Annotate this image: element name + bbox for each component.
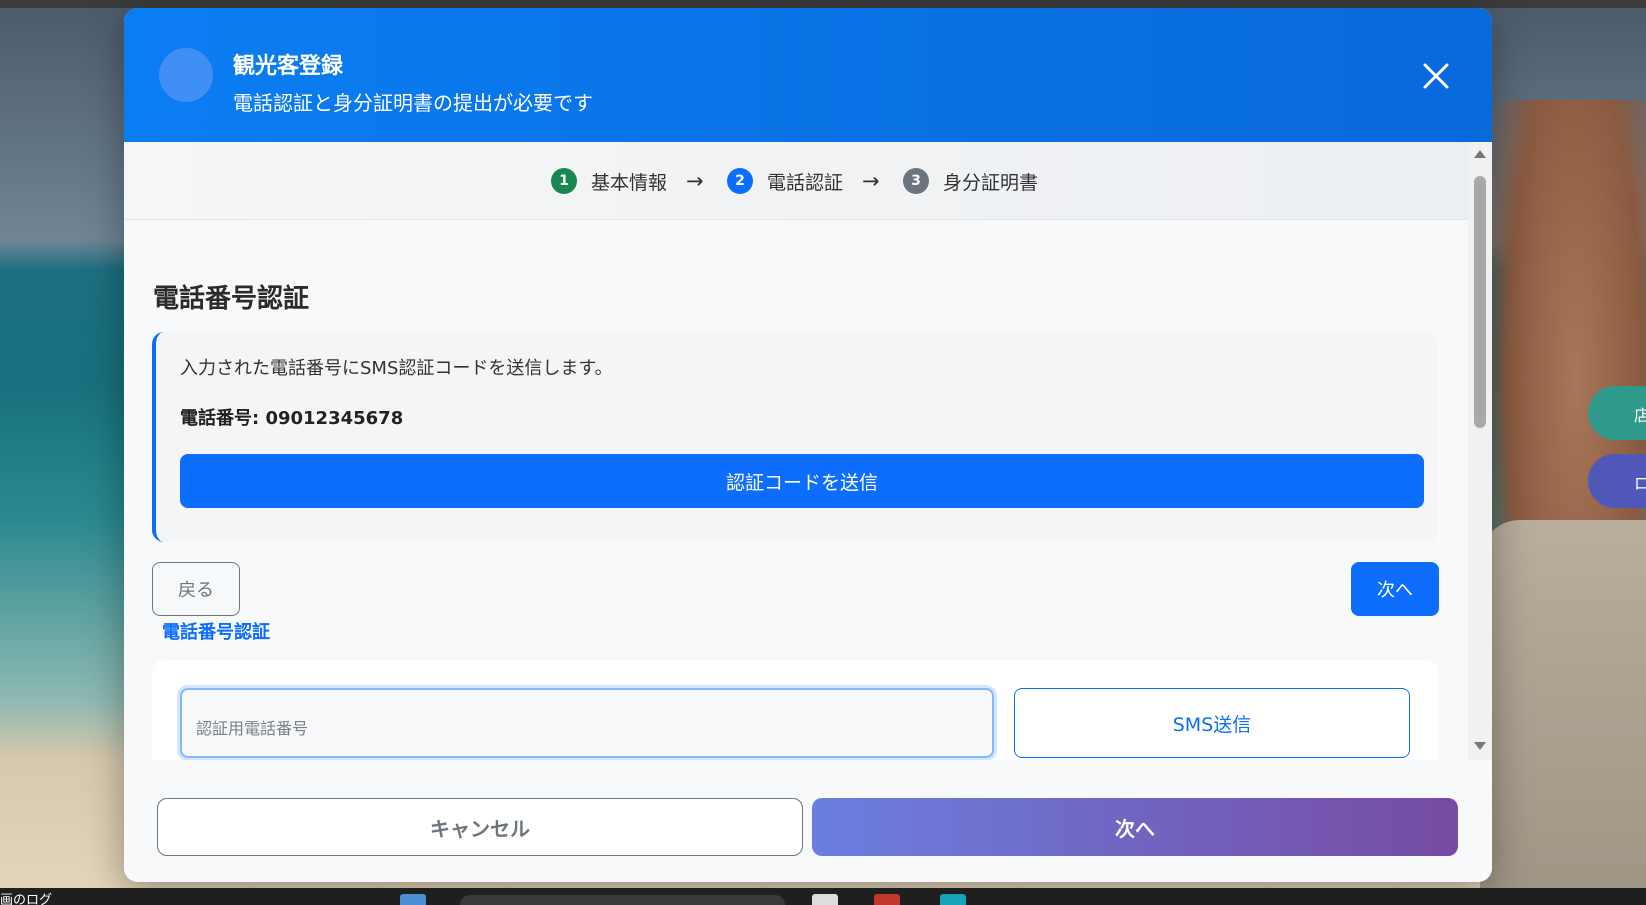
phone-info-box: 入力された電話番号にSMS認証コードを送信します。 電話番号: 09012345… — [152, 332, 1438, 542]
avatar — [159, 48, 213, 102]
taskbar-search[interactable] — [460, 895, 785, 905]
browser-top-bar — [0, 0, 1646, 8]
next-step-button[interactable]: 次へ — [1351, 562, 1439, 616]
scroll-down-arrow-icon[interactable] — [1474, 742, 1486, 750]
phone-number-display: 電話番号: 09012345678 — [180, 408, 404, 429]
cancel-button[interactable]: キャンセル — [157, 798, 803, 856]
side-floating-button-1[interactable]: 店 — [1588, 386, 1646, 440]
taskbar-text: 画のログ — [0, 893, 53, 905]
modal-footer: キャンセル 次へ — [124, 760, 1492, 882]
step-indicator: 1 基本情報 → 2 電話認証 → 3 身分証明書 — [124, 142, 1468, 220]
step-1-label: 基本情報 — [591, 171, 668, 194]
verification-phone-input[interactable] — [180, 688, 994, 758]
taskbar-app-icon[interactable] — [940, 894, 966, 905]
taskbar-app-icon[interactable] — [874, 894, 900, 905]
modal-title: 観光客登録 — [233, 54, 344, 79]
info-text: 入力された電話番号にSMS認証コードを送信します。 — [180, 358, 613, 379]
phone-section-title: 電話番号認証 — [153, 284, 310, 314]
step-1-number: 1 — [551, 168, 577, 194]
footer-next-button[interactable]: 次へ — [812, 798, 1458, 856]
taskbar: 画のログ — [0, 888, 1646, 905]
close-button[interactable] — [1420, 60, 1452, 92]
step-2: 2 電話認証 — [727, 168, 843, 194]
modal-header: 観光客登録 電話認証と身分証明書の提出が必要です — [124, 8, 1492, 142]
step-1: 1 基本情報 — [551, 168, 667, 194]
step-3-number: 3 — [903, 168, 929, 194]
step-arrow-2: → — [862, 169, 880, 193]
verification-form-card: SMS送信 — [152, 660, 1438, 760]
sms-send-button[interactable]: SMS送信 — [1014, 688, 1410, 758]
step-2-number: 2 — [727, 168, 753, 194]
back-button[interactable]: 戻る — [152, 562, 240, 616]
registration-modal: 観光客登録 電話認証と身分証明書の提出が必要です 1 基本情報 → 2 電話認証… — [124, 8, 1492, 882]
step-arrow-1: → — [686, 169, 704, 193]
step-3-label: 身分証明書 — [943, 171, 1039, 194]
modal-subtitle: 電話認証と身分証明書の提出が必要です — [233, 91, 593, 115]
windows-start-icon[interactable] — [400, 894, 426, 905]
step-2-label: 電話認証 — [767, 171, 844, 194]
modal-scroll-content: 電話番号認証 入力された電話番号にSMS認証コードを送信します。 電話番号: 0… — [124, 220, 1468, 760]
taskbar-app-icon[interactable] — [812, 894, 838, 905]
step-3: 3 身分証明書 — [903, 168, 1038, 194]
scroll-thumb[interactable] — [1474, 176, 1486, 428]
verification-subtitle: 電話番号認証 — [162, 622, 270, 643]
side-floating-button-2[interactable]: ロ — [1588, 454, 1646, 508]
send-code-button[interactable]: 認証コードを送信 — [180, 454, 1424, 508]
modal-scrollbar[interactable] — [1468, 142, 1492, 760]
scroll-up-arrow-icon[interactable] — [1474, 150, 1486, 158]
background-person-shorts — [1480, 520, 1646, 905]
close-icon — [1423, 63, 1449, 89]
